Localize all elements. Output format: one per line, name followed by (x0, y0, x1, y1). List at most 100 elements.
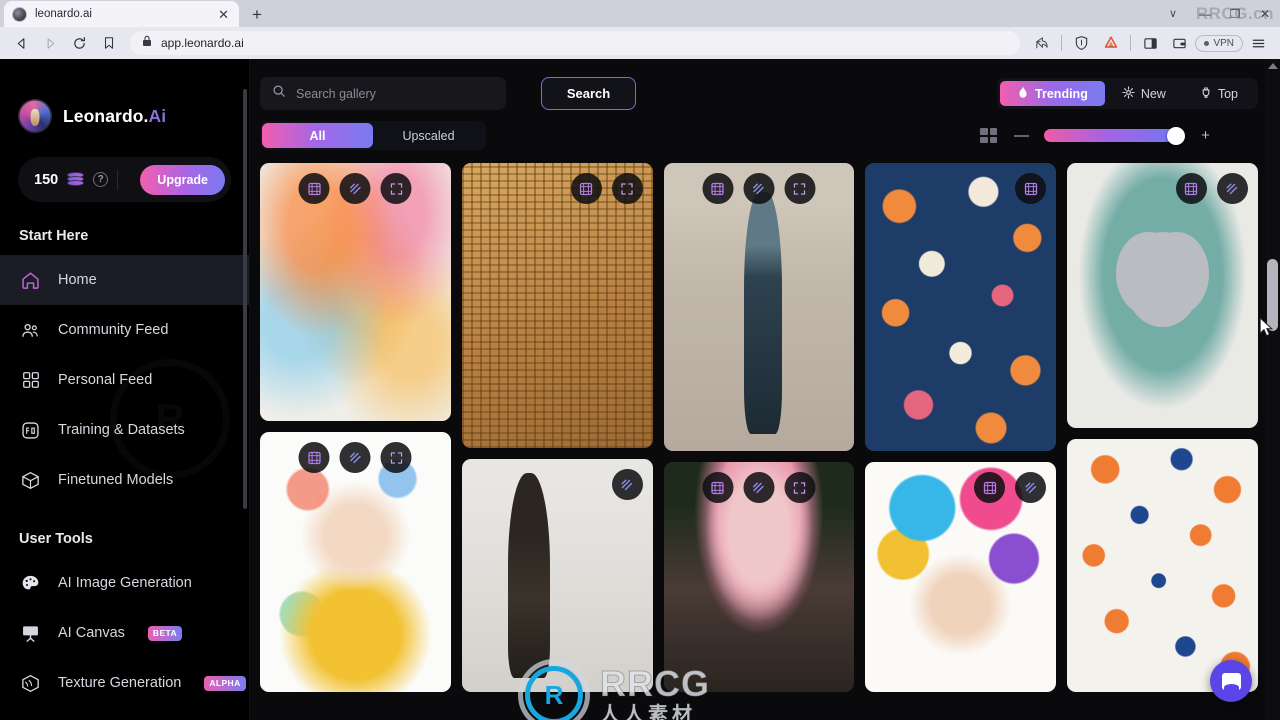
upscale-icon[interactable] (1015, 173, 1047, 204)
remix-icon[interactable] (339, 173, 371, 204)
gallery-column (865, 163, 1057, 720)
upscale-icon[interactable] (702, 173, 734, 204)
fullscreen-icon[interactable] (784, 472, 816, 503)
help-icon[interactable]: ? (93, 172, 109, 187)
chevron-down-icon[interactable]: ∨ (1156, 7, 1190, 20)
community-feed-icon (19, 319, 42, 342)
tab-strip: leonardo.ai ✕ + ∨ — ❐ ✕ RRCG.cn (0, 0, 1280, 27)
brand[interactable]: Leonardo.Ai (0, 59, 249, 133)
gallery-card-blue-warrior[interactable] (663, 163, 855, 451)
section-title-start-here: Start Here (19, 228, 89, 244)
zoom-out-button[interactable]: — (1014, 127, 1029, 144)
brave-shield-icon[interactable] (1068, 30, 1095, 56)
minimize-button[interactable]: — (1190, 0, 1220, 27)
zoom-in-button[interactable]: + (1199, 127, 1212, 144)
remix-icon[interactable] (1216, 173, 1248, 204)
sidebar-item-ai-image-generation[interactable]: AI Image Generation (0, 558, 249, 608)
sidebar-scrollbar[interactable] (243, 89, 247, 509)
maximize-button[interactable]: ❐ (1220, 0, 1250, 27)
upscale-icon[interactable] (570, 173, 602, 204)
upscale-icon[interactable] (298, 442, 330, 473)
sidebar-item-training-datasets[interactable]: Training & Datasets (0, 405, 249, 455)
sidebar-nav: Home Community Feed Personal Feed Traini… (0, 255, 249, 505)
remix-icon[interactable] (743, 472, 775, 503)
intercom-chat-button[interactable] (1210, 660, 1252, 702)
upscale-icon[interactable] (702, 472, 734, 503)
gallery-card-colorful-hair[interactable] (865, 462, 1057, 692)
search-input[interactable]: Search gallery (260, 77, 506, 110)
sidebar-item-ai-canvas[interactable]: AI Canvas BETA (0, 608, 249, 658)
url-text: app.leonardo.ai (161, 36, 244, 50)
card-artwork (461, 163, 653, 448)
zoom-slider[interactable] (1044, 126, 1185, 145)
fullscreen-icon[interactable] (784, 173, 816, 204)
vpn-button[interactable]: VPN (1195, 34, 1243, 52)
main-content: Search gallery Search Trending New Top A… (250, 59, 1280, 720)
status-badge: ALPHA (204, 675, 246, 691)
sidebar-panel-icon[interactable] (1137, 30, 1164, 56)
zoom-slider-knob[interactable] (1167, 126, 1185, 145)
gallery-card-floral-pattern[interactable] (865, 163, 1057, 451)
browser-tab[interactable]: leonardo.ai ✕ (4, 1, 239, 27)
back-button[interactable] (8, 30, 35, 56)
search-button[interactable]: Search (541, 77, 636, 110)
gallery-card-lion-sunglasses[interactable] (260, 163, 451, 421)
tab-trending[interactable]: Trending (1000, 81, 1105, 106)
sidebar-item-finetuned-models[interactable]: Finetuned Models (0, 455, 249, 505)
tab-top[interactable]: Top (1183, 81, 1255, 106)
fullscreen-icon[interactable] (380, 442, 412, 473)
close-icon[interactable]: ✕ (216, 8, 231, 21)
upscale-icon[interactable] (1175, 173, 1207, 204)
hamburger-menu-icon[interactable] (1245, 30, 1272, 56)
credit-amount: 150 (34, 171, 59, 188)
upscale-icon[interactable] (298, 173, 330, 204)
card-actions (570, 173, 643, 204)
card-actions (298, 442, 412, 473)
canvas-easel-icon (19, 622, 42, 645)
filter-upscaled[interactable]: Upscaled (373, 123, 484, 148)
gallery-card-pink-hair-portrait[interactable] (663, 462, 855, 692)
sidebar-item-community-feed[interactable]: Community Feed (0, 305, 249, 355)
coin-stack-icon (67, 172, 85, 187)
remix-icon[interactable] (743, 173, 775, 204)
forward-button[interactable] (37, 30, 64, 56)
fullscreen-icon[interactable] (611, 173, 643, 204)
share-icon[interactable] (1028, 30, 1055, 56)
gallery-column (260, 163, 451, 720)
gallery-column (663, 163, 855, 720)
new-tab-button[interactable]: + (244, 3, 270, 27)
texture-cube-icon (19, 672, 42, 695)
vpn-status-dot (1204, 40, 1210, 46)
sidebar-item-label: Personal Feed (58, 372, 153, 388)
filter-all[interactable]: All (262, 123, 373, 148)
zoom-controls: — + (980, 126, 1258, 145)
remix-icon[interactable] (1015, 472, 1047, 503)
divider (117, 169, 119, 190)
sidebar-item-personal-feed[interactable]: Personal Feed (0, 355, 249, 405)
fullscreen-icon[interactable] (380, 173, 412, 204)
sidebar-item-texture-generation[interactable]: Texture Generation ALPHA (0, 658, 249, 708)
upscale-icon[interactable] (974, 472, 1006, 503)
wallet-icon[interactable] (1166, 30, 1193, 56)
tab-label: Trending (1035, 86, 1088, 101)
gallery-card-sketch-figure[interactable] (461, 459, 653, 692)
remix-icon[interactable] (611, 469, 643, 500)
remix-icon[interactable] (339, 442, 371, 473)
gallery-card-girl-glasses[interactable] (260, 432, 451, 692)
tab-new[interactable]: New (1105, 81, 1183, 106)
gallery-card-orange-floral[interactable] (1067, 439, 1258, 692)
grid-view-icon[interactable] (980, 128, 997, 143)
window-close-button[interactable]: ✕ (1250, 0, 1280, 27)
gallery-card-hieroglyphics[interactable] (461, 163, 653, 448)
sidebar-item-home[interactable]: Home (0, 255, 249, 305)
sidebar-item-label: Home (58, 272, 97, 288)
upgrade-button[interactable]: Upgrade (140, 164, 225, 195)
tab-title: leonardo.ai (35, 8, 92, 20)
page-scrollbar[interactable] (1265, 59, 1280, 720)
bookmark-icon[interactable] (95, 30, 122, 56)
brave-logo-icon[interactable] (1097, 30, 1124, 56)
reload-button[interactable] (66, 30, 93, 56)
address-bar[interactable]: app.leonardo.ai (130, 31, 1021, 55)
scroll-up-arrow-icon[interactable] (1268, 63, 1278, 69)
gallery-card-koala-bicycle[interactable] (1067, 163, 1258, 428)
